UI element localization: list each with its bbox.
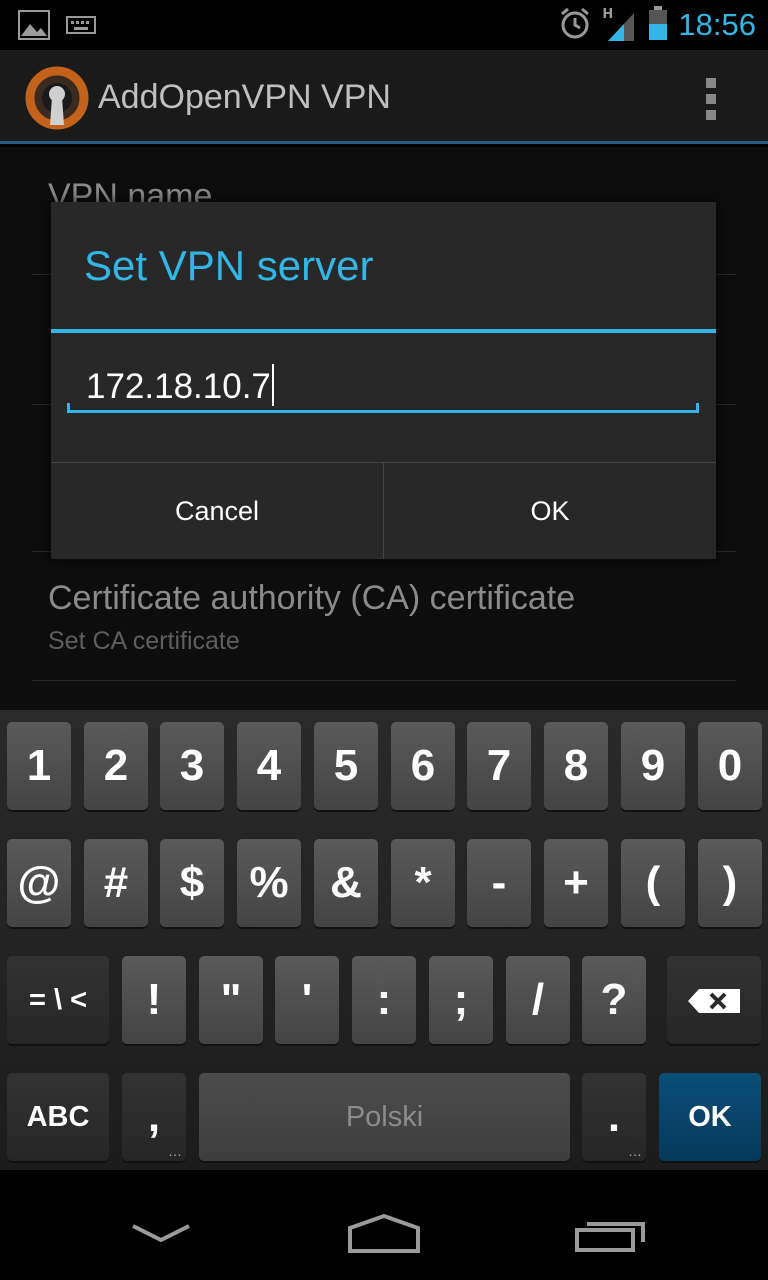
back-icon[interactable]	[130, 1222, 192, 1250]
dialog-title: Set VPN server	[84, 242, 374, 289]
comma-key[interactable]: ,…	[122, 1073, 186, 1161]
key-4[interactable]: 4	[237, 722, 301, 810]
navigation-bar	[0, 1170, 768, 1280]
key-single-quote[interactable]: '	[275, 956, 339, 1044]
key-minus[interactable]: -	[467, 839, 531, 927]
key-question[interactable]: ?	[582, 956, 646, 1044]
action-bar: AddOpenVPN VPN	[0, 50, 768, 144]
signal-icon: H	[602, 7, 638, 43]
app-title: AddOpenVPN VPN	[98, 78, 391, 116]
key-0[interactable]: 0	[698, 722, 762, 810]
image-icon	[18, 10, 50, 44]
more-dots: …	[168, 1143, 182, 1159]
key-8[interactable]: 8	[544, 722, 608, 810]
key-colon[interactable]: :	[352, 956, 416, 1044]
overflow-menu-icon[interactable]	[704, 78, 718, 120]
period-key[interactable]: .…	[582, 1073, 646, 1161]
status-bar: H 18:56	[0, 0, 768, 50]
key-hash[interactable]: #	[84, 839, 148, 927]
set-vpn-server-dialog: Set VPN server 172.18.10.7 Cancel OK	[51, 202, 716, 559]
space-key[interactable]: Polski	[199, 1073, 570, 1161]
cancel-button[interactable]: Cancel	[51, 463, 383, 559]
key-plus[interactable]: +	[544, 839, 608, 927]
comma-label: ,	[147, 1092, 161, 1141]
backspace-key[interactable]	[667, 956, 761, 1044]
key-at[interactable]: @	[7, 839, 71, 927]
setting-subtitle-ca-certificate: Set CA certificate	[48, 627, 240, 655]
symbols-more-key[interactable]: = \ <	[7, 956, 109, 1044]
dialog-button-bar: Cancel OK	[51, 462, 716, 559]
key-dollar[interactable]: $	[160, 839, 224, 927]
key-9[interactable]: 9	[621, 722, 685, 810]
key-3[interactable]: 3	[160, 722, 224, 810]
key-6[interactable]: 6	[391, 722, 455, 810]
openvpn-logo-icon	[24, 65, 90, 131]
key-5[interactable]: 5	[314, 722, 378, 810]
key-percent[interactable]: %	[237, 839, 301, 927]
key-2[interactable]: 2	[84, 722, 148, 810]
keyboard-icon	[66, 14, 96, 40]
battery-icon	[648, 6, 668, 44]
home-icon[interactable]	[347, 1213, 421, 1258]
key-double-quote[interactable]: "	[199, 956, 263, 1044]
more-dots: …	[628, 1143, 642, 1159]
setting-title-ca-certificate[interactable]: Certificate authority (CA) certificate	[48, 579, 575, 618]
abc-key[interactable]: ABC	[7, 1073, 109, 1161]
key-close-paren[interactable]: )	[698, 839, 762, 927]
alarm-icon	[558, 6, 592, 44]
dialog-title-divider	[51, 329, 716, 333]
clock: 18:56	[678, 7, 756, 42]
key-slash[interactable]: /	[506, 956, 570, 1044]
input-underline	[67, 403, 699, 413]
enter-ok-key[interactable]: OK	[659, 1073, 761, 1161]
key-ampersand[interactable]: &	[314, 839, 378, 927]
ok-button[interactable]: OK	[383, 463, 716, 559]
text-cursor	[271, 364, 274, 406]
key-open-paren[interactable]: (	[621, 839, 685, 927]
divider	[32, 680, 736, 681]
key-1[interactable]: 1	[7, 722, 71, 810]
vpn-server-input-value: 172.18.10.7	[86, 367, 271, 406]
vpn-server-input[interactable]: 172.18.10.7	[67, 354, 699, 414]
period-label: .	[607, 1092, 621, 1141]
key-exclamation[interactable]: !	[122, 956, 186, 1044]
keyboard: 1 2 3 4 5 6 7 8 9 0 @ # $ % & * - + ( ) …	[0, 710, 768, 1170]
backspace-icon	[687, 975, 741, 1025]
key-asterisk[interactable]: *	[391, 839, 455, 927]
key-semicolon[interactable]: ;	[429, 956, 493, 1044]
recent-apps-icon[interactable]	[574, 1216, 646, 1256]
key-7[interactable]: 7	[467, 722, 531, 810]
